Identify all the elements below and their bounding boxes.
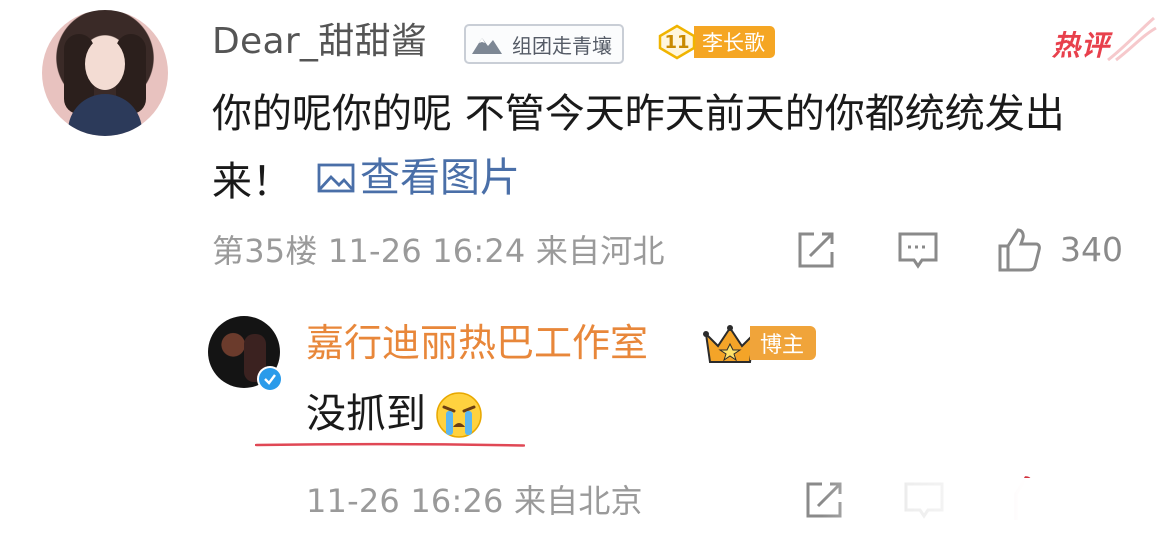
user-avatar[interactable] <box>42 10 168 136</box>
comment-username[interactable]: Dear_甜甜酱 <box>212 18 427 66</box>
hot-comment-mark: 热评 <box>1052 16 1162 70</box>
image-icon <box>317 163 355 193</box>
comment-body: 你的呢你的呢 不管今天昨天前天的你都统统发出来！ 查看图片 <box>212 82 1112 214</box>
reply-meta: 11-26 16:26 来自北京 <box>306 482 643 520</box>
view-images-link[interactable]: 查看图片 <box>316 146 520 210</box>
view-images-label: 查看图片 <box>360 155 520 201</box>
level-number: 11 <box>664 31 690 53</box>
like-count: 340 <box>1060 230 1123 269</box>
diamond-level-icon: 11 <box>656 24 698 60</box>
verified-check-icon <box>264 374 276 385</box>
reply-username[interactable]: 嘉行迪丽热巴工作室 <box>306 318 648 368</box>
level-name: 李长歌 <box>694 26 775 58</box>
comment-meta: 第35楼 11-26 16:24 来自河北 <box>212 232 665 270</box>
reply-body: 没抓到 <box>306 388 484 440</box>
group-badge-label: 组团走青壤 <box>512 33 612 58</box>
comment-icon[interactable] <box>896 228 940 272</box>
reply-text: 没抓到 <box>306 391 426 437</box>
red-underline <box>255 442 525 447</box>
level-badge[interactable]: 11 李长歌 <box>656 24 775 60</box>
hot-comment-label: 热评 <box>1052 29 1111 62</box>
thumbs-up-icon[interactable] <box>996 226 1044 274</box>
group-badge[interactable]: 组团走青壤 <box>464 24 624 64</box>
verified-badge <box>257 366 283 392</box>
share-icon[interactable] <box>794 228 838 272</box>
watermark-overlay <box>822 478 1162 528</box>
avatar-face <box>85 38 125 90</box>
blogger-badge: 博主 <box>750 326 817 360</box>
mountain-icon <box>466 28 508 60</box>
crying-face-emoji <box>436 392 482 438</box>
